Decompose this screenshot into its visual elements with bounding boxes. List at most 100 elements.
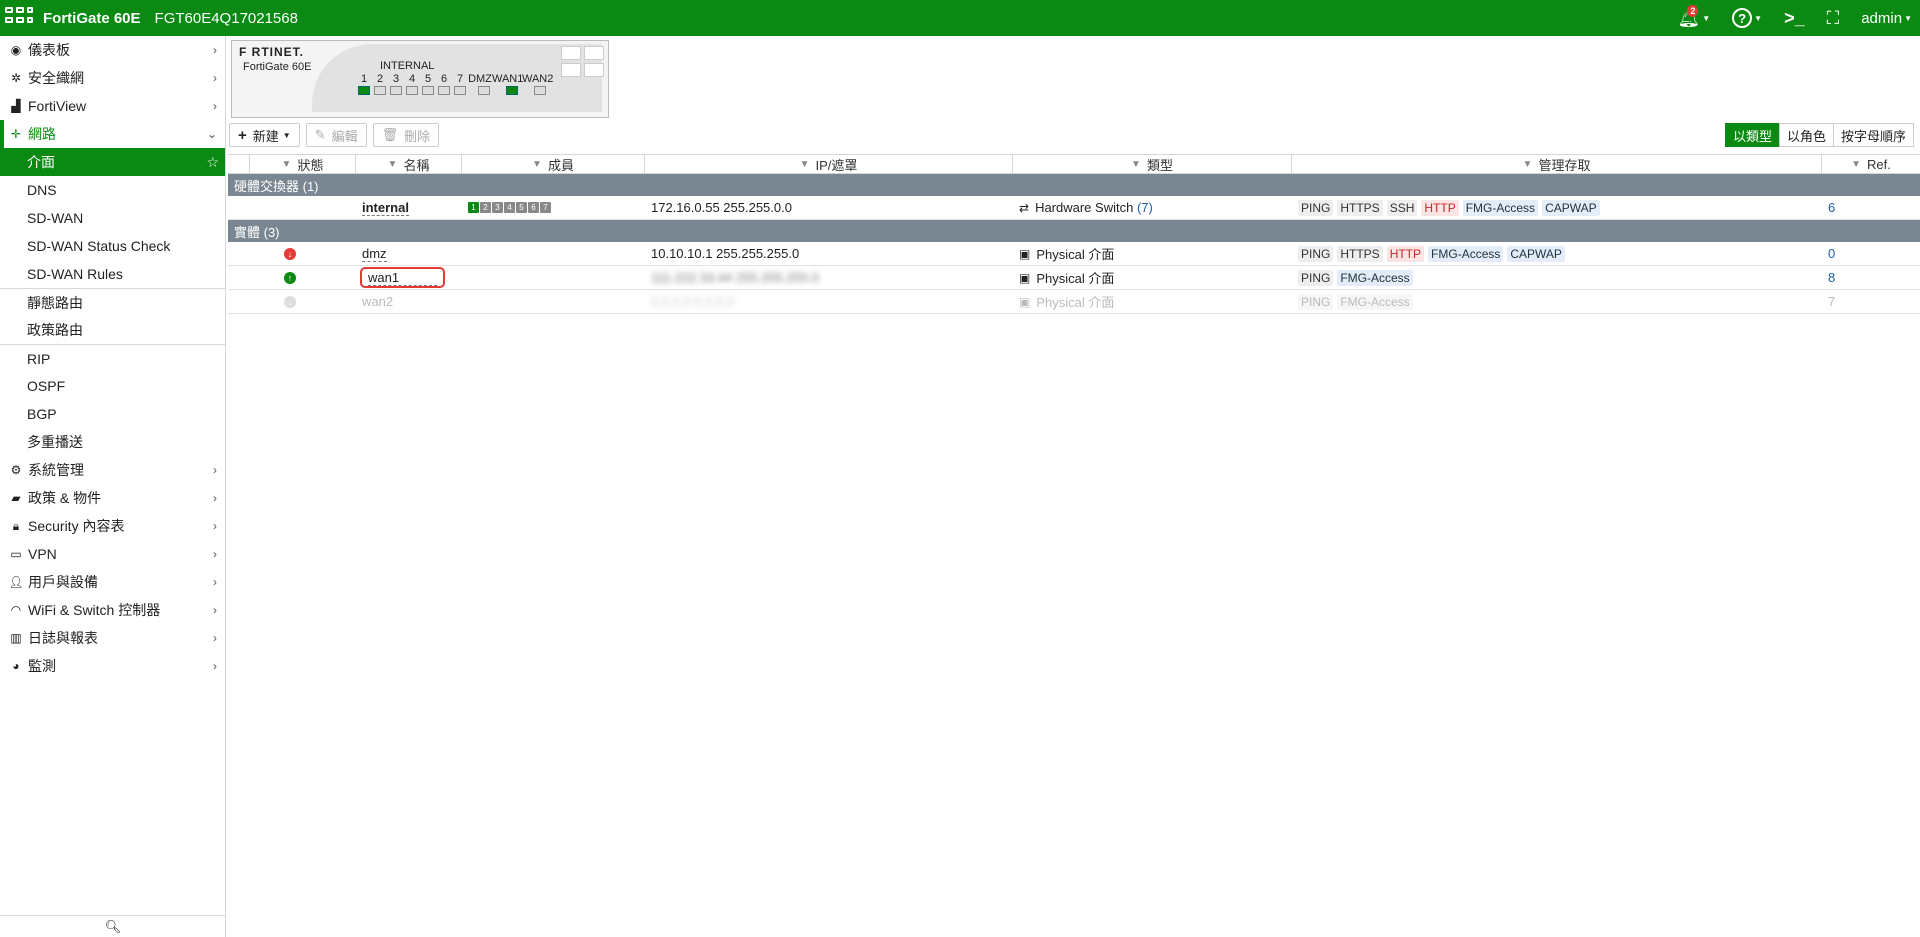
sidebar-subitem-policy-routes[interactable]: 政策路由 xyxy=(0,316,225,344)
filter-icon[interactable]: ▼ xyxy=(800,159,810,170)
filter-icon[interactable]: ▼ xyxy=(1131,159,1141,170)
port-5[interactable] xyxy=(422,86,434,95)
sidebar-subitem-ospf[interactable]: OSPF xyxy=(0,372,225,400)
column-header-status[interactable]: ▼ 狀態 xyxy=(250,155,356,173)
sidebar-item-dashboard[interactable]: ◉ 儀表板 › xyxy=(0,36,225,64)
edit-button[interactable]: ✎ 編輯 xyxy=(305,123,367,147)
filter-icon[interactable]: ▼ xyxy=(282,159,292,170)
status-cell xyxy=(250,196,356,219)
port-wan1[interactable] xyxy=(506,86,518,95)
port-label: WAN2 xyxy=(522,73,554,85)
fullscreen-button[interactable]: ⛶ xyxy=(1827,0,1840,36)
column-header-type[interactable]: ▼ 類型 xyxy=(1013,155,1292,173)
port-dmz[interactable] xyxy=(478,86,490,95)
sidebar-item-monitor[interactable]: ◕ 監測 › xyxy=(0,652,225,680)
device-serial: FGT60E4Q17021568 xyxy=(154,9,298,27)
type-cell: ▣ Physical 介面 xyxy=(1013,242,1292,265)
column-header-label: IP/遮罩 xyxy=(815,157,858,173)
sidebar-search-button[interactable]: 🔍︎ xyxy=(0,915,226,937)
sidebar-subitem-sdwan-rules[interactable]: SD-WAN Rules xyxy=(0,260,225,288)
port-label: 6 xyxy=(440,73,448,85)
filter-icon[interactable]: ▼ xyxy=(388,159,398,170)
interface-name[interactable]: wan1 xyxy=(368,270,438,286)
name-cell: internal xyxy=(356,196,462,219)
table-row-dmz[interactable]: ↓ dmz 10.10.10.1 255.255.255.0 ▣ Physical… xyxy=(228,242,1920,266)
new-button[interactable]: + 新建 ▼ xyxy=(229,123,300,147)
sidebar-item-label: Security 內容表 xyxy=(28,518,125,534)
sidebar-item-vpn[interactable]: ▭ VPN › xyxy=(0,540,225,568)
help-button[interactable]: ? ▼ xyxy=(1732,0,1762,36)
select-column-header[interactable] xyxy=(228,155,250,173)
interface-name[interactable]: dmz xyxy=(362,246,387,262)
chevron-right-icon: › xyxy=(213,631,217,645)
chevron-right-icon: › xyxy=(213,603,217,617)
star-icon[interactable]: ☆ xyxy=(206,154,219,171)
cli-console-button[interactable]: >_ xyxy=(1784,0,1805,36)
port-3[interactable] xyxy=(390,86,402,95)
sidebar-item-user-device[interactable]: 👤︎ 用戶與設備 › xyxy=(0,568,225,596)
column-header-name[interactable]: ▼ 名稱 xyxy=(356,155,462,173)
sidebar-item-system[interactable]: ⚙ 系統管理 › xyxy=(0,456,225,484)
group-row-physical[interactable]: 實體 (3) xyxy=(228,220,1920,242)
notifications-button[interactable]: 🔔︎ 2 ▼ xyxy=(1677,0,1710,36)
column-header-admin-access[interactable]: ▼ 管理存取 xyxy=(1292,155,1822,173)
view-alphabetical-button[interactable]: 按字母順序 xyxy=(1832,123,1914,147)
column-header-label: 狀態 xyxy=(297,157,324,173)
access-cell: PING FMG-Access xyxy=(1292,266,1822,289)
view-by-role-button[interactable]: 以角色 xyxy=(1778,123,1834,147)
ip-mask: 172.16.0.55 255.255.0.0 xyxy=(651,200,792,215)
ref-count[interactable]: 0 xyxy=(1828,246,1835,261)
sidebar-subitem-dns[interactable]: DNS xyxy=(0,176,225,204)
port-2[interactable] xyxy=(374,86,386,95)
sidebar-subitem-sdwan-status-check[interactable]: SD-WAN Status Check xyxy=(0,232,225,260)
chevron-right-icon: › xyxy=(213,659,217,673)
type-count[interactable]: (7) xyxy=(1137,200,1153,215)
sidebar-subitem-label: 介面 xyxy=(27,154,55,170)
view-by-type-button[interactable]: 以類型 xyxy=(1724,123,1780,147)
sidebar-item-security-fabric[interactable]: ✲ 安全織網 › xyxy=(0,64,225,92)
column-header-ip-mask[interactable]: ▼ IP/遮罩 xyxy=(645,155,1013,173)
admin-menu[interactable]: admin ▼ xyxy=(1861,0,1912,36)
sidebar-subitem-rip[interactable]: RIP xyxy=(0,344,225,372)
ref-count[interactable]: 7 xyxy=(1828,294,1835,309)
sidebar-subitem-sdwan[interactable]: SD-WAN xyxy=(0,204,225,232)
sidebar-item-fortiview[interactable]: ▟ FortiView › xyxy=(0,92,225,120)
filter-icon[interactable]: ▼ xyxy=(532,159,542,170)
port-6[interactable] xyxy=(438,86,450,95)
sidebar-item-security-profiles[interactable]: 🔒︎ Security 內容表 › xyxy=(0,512,225,540)
fortinet-logo-icon[interactable] xyxy=(5,7,35,29)
sidebar-item-log-report[interactable]: ▥ 日誌與報表 › xyxy=(0,624,225,652)
sidebar-item-policy-objects[interactable]: ▰ 政策 & 物件 › xyxy=(0,484,225,512)
ref-count[interactable]: 8 xyxy=(1828,270,1835,285)
port-label: DMZ xyxy=(468,73,492,85)
terminal-icon: >_ xyxy=(1784,7,1805,28)
filter-icon[interactable]: ▼ xyxy=(1523,159,1533,170)
ref-cell: 7 xyxy=(1822,290,1920,313)
column-header-members[interactable]: ▼ 成員 xyxy=(462,155,645,173)
sidebar-item-network[interactable]: ✛ 網路 ⌄ xyxy=(0,120,225,148)
filter-icon[interactable]: ▼ xyxy=(1851,159,1861,170)
table-row-wan2[interactable]: ↓ wan2 0.0.0.0 0.0.0.0 ▣ Physical 介面 PING… xyxy=(228,290,1920,314)
sidebar-subitem-interfaces[interactable]: 介面 ☆ xyxy=(0,148,225,176)
interface-name[interactable]: internal xyxy=(362,200,409,216)
device-faceplate: F RTINET. FortiGate 60E INTERNAL 1 2 3 4… xyxy=(231,40,609,118)
port-wan2[interactable] xyxy=(534,86,546,95)
port-1[interactable] xyxy=(358,86,370,95)
sidebar-subitem-bgp[interactable]: BGP xyxy=(0,400,225,428)
column-header-ref[interactable]: ▼ Ref. xyxy=(1822,155,1920,173)
sidebar-item-wifi-switch[interactable]: ◠ WiFi & Switch 控制器 › xyxy=(0,596,225,624)
delete-button[interactable]: 🗑︎ 刪除 xyxy=(372,123,440,147)
interface-name[interactable]: wan2 xyxy=(362,294,393,309)
sidebar-subitem-multicast[interactable]: 多重播送 xyxy=(0,428,225,456)
ref-count[interactable]: 6 xyxy=(1828,200,1835,215)
table-row-internal[interactable]: internal 1 2 3 4 5 6 7 172.16.0.55 255.2… xyxy=(228,196,1920,220)
group-row-hardware-switch[interactable]: 硬體交換器 (1) xyxy=(228,174,1920,196)
row-select-cell xyxy=(228,242,250,265)
port-4[interactable] xyxy=(406,86,418,95)
table-row-wan1[interactable]: ↑ wan1 111.222.33.44 255.255.255.0 ▣ Phys… xyxy=(228,266,1920,290)
chevron-right-icon: › xyxy=(213,99,217,113)
wan1-highlight[interactable]: wan1 xyxy=(360,267,446,288)
sidebar-subitem-static-routes[interactable]: 靜態路由 xyxy=(0,288,225,316)
port-7[interactable] xyxy=(454,86,466,95)
chevron-right-icon: › xyxy=(213,463,217,477)
